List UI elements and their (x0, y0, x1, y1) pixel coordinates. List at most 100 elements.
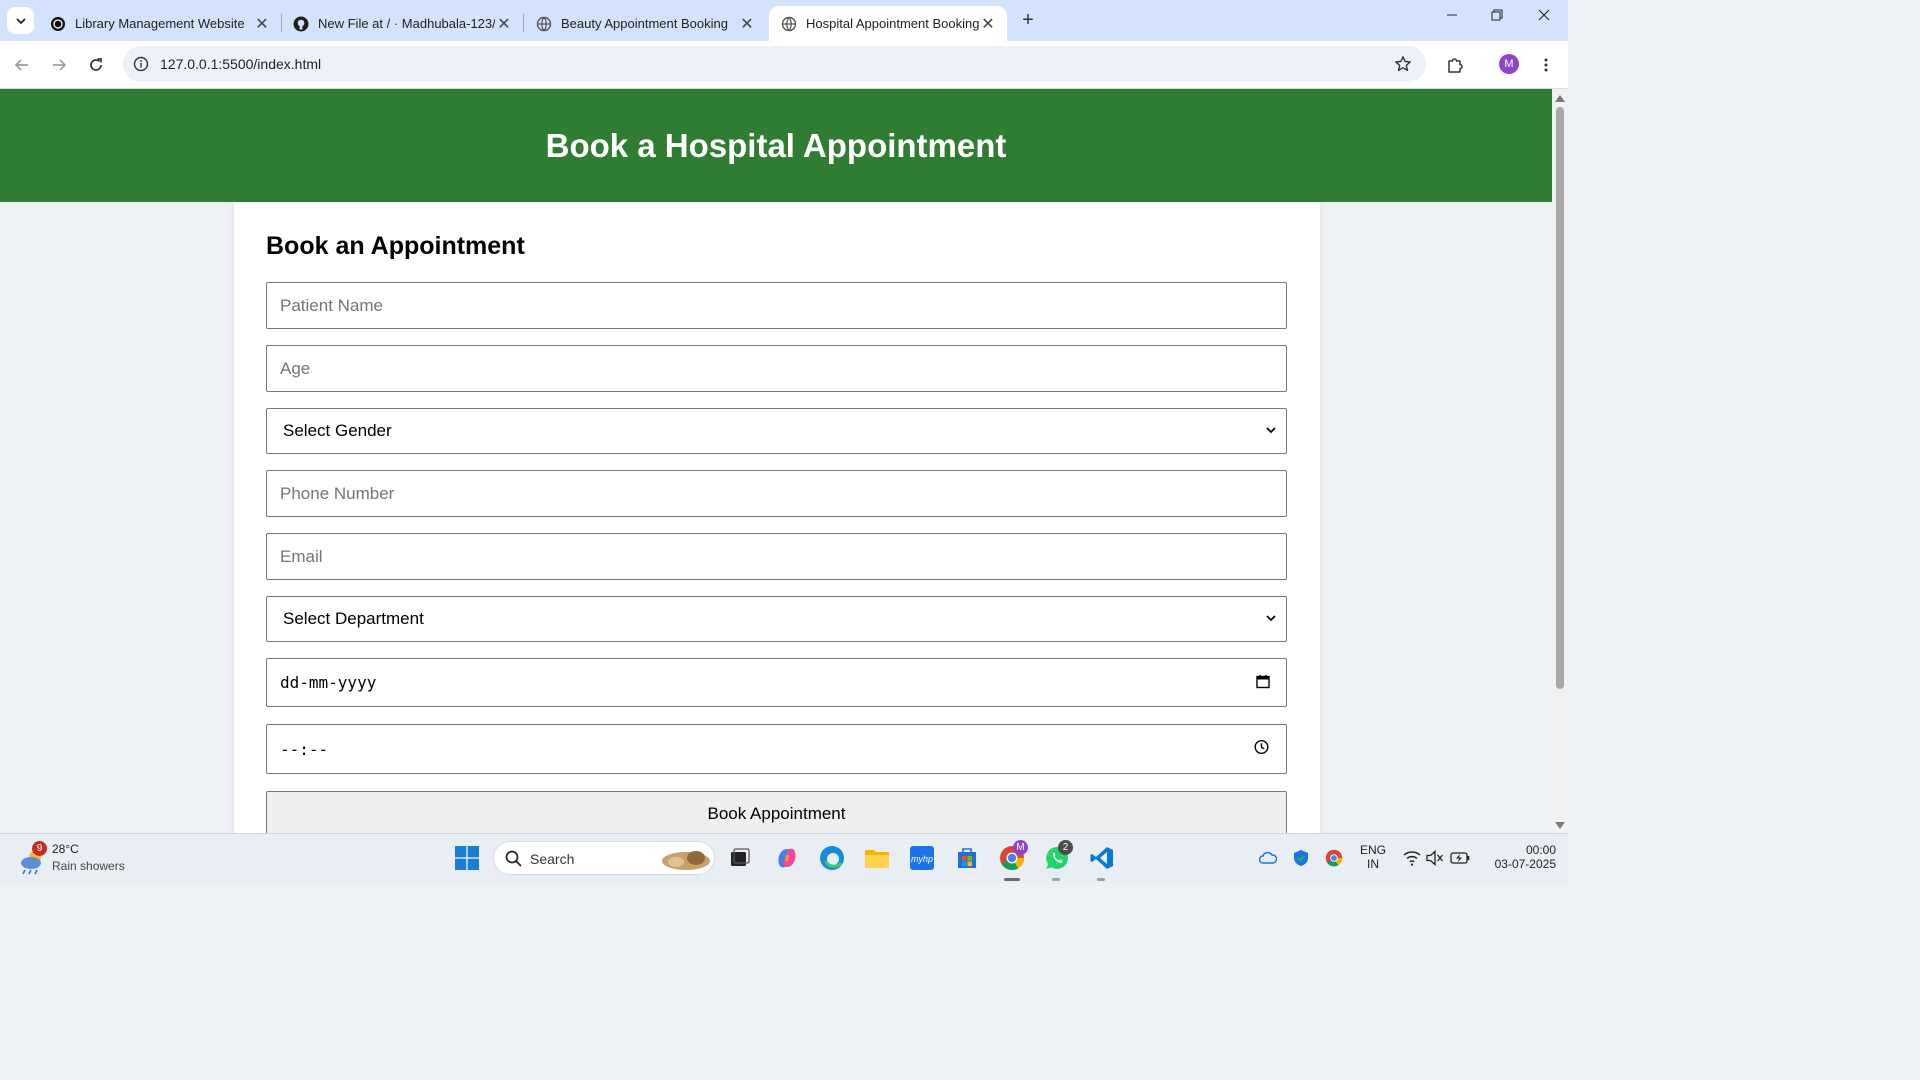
date-value: dd-mm-yyyy (280, 673, 377, 692)
tab-search-button[interactable] (7, 7, 34, 34)
chrome-tray-button[interactable] (1320, 844, 1348, 872)
forward-button[interactable] (47, 53, 71, 77)
restore-button[interactable] (1482, 8, 1512, 32)
form-title: Book an Appointment (266, 232, 525, 260)
copilot-button[interactable] (773, 844, 801, 872)
department-selected-value: Select Department (283, 609, 424, 628)
email-placeholder: Email (280, 546, 323, 566)
back-button[interactable] (10, 53, 34, 77)
chrome-profile-badge: M (1013, 840, 1028, 855)
folder-icon (865, 850, 889, 868)
chevron-down-icon (15, 17, 26, 24)
globe-icon (781, 16, 797, 32)
weather-badge: 9 (32, 841, 47, 856)
onedrive-button[interactable] (1254, 844, 1282, 872)
new-tab-button[interactable]: + (1017, 9, 1039, 31)
profile-avatar[interactable]: M (1499, 54, 1519, 74)
taskbar: 9 28°C Rain showers Search myhp M 2 ENG … (0, 833, 1568, 883)
scroll-up-arrow-icon[interactable] (1555, 94, 1565, 102)
puzzle-icon (1448, 58, 1463, 73)
clock-date: 03-07-2025 (1494, 857, 1556, 871)
edge-button[interactable] (818, 844, 846, 872)
wifi-icon (1403, 851, 1421, 866)
calendar-icon[interactable] (1256, 673, 1270, 692)
start-button[interactable] (453, 844, 481, 872)
time-value: --:-- (280, 739, 329, 759)
tab-title: New File at / · Madhubala-123/ (318, 16, 495, 31)
patient-name-placeholder: Patient Name (280, 295, 383, 315)
windows-security-button[interactable] (1287, 844, 1315, 872)
hp-app-icon: myhp (910, 846, 934, 870)
tab-hospital-appointment[interactable]: Hospital Appointment Booking ✕ (769, 6, 1007, 41)
patient-name-input[interactable]: Patient Name (266, 282, 1287, 329)
vscode-button[interactable] (1088, 844, 1116, 872)
age-input[interactable]: Age (266, 345, 1287, 392)
reload-icon (90, 58, 102, 71)
time-input[interactable]: --:-- (266, 724, 1287, 774)
close-tab-icon[interactable]: ✕ (495, 14, 513, 34)
region-code: IN (1367, 857, 1379, 871)
browser-toolbar: 127.0.0.1:5500/index.html M (0, 41, 1568, 89)
close-tab-icon[interactable]: ✕ (253, 14, 271, 34)
github-icon (293, 16, 309, 32)
tab-github-new-file[interactable]: New File at / · Madhubala-123/ ✕ (281, 6, 523, 41)
active-app-indicator (1004, 878, 1020, 881)
page-scrollbar[interactable] (1552, 89, 1568, 833)
email-input[interactable]: Email (266, 533, 1287, 580)
chevron-down-icon (1265, 421, 1277, 441)
close-tab-icon[interactable]: ✕ (979, 14, 997, 34)
address-bar[interactable]: 127.0.0.1:5500/index.html (123, 46, 1426, 82)
scroll-down-arrow-icon[interactable] (1555, 822, 1565, 830)
minimize-icon (1447, 14, 1457, 16)
tab-library-management[interactable]: Library Management Website ✕ (38, 6, 281, 41)
reload-button[interactable] (84, 53, 108, 77)
minimize-button[interactable] (1437, 8, 1467, 32)
tab-beauty-appointment[interactable]: Beauty Appointment Booking ✕ (524, 6, 766, 41)
department-select[interactable]: Select Department (266, 596, 1287, 642)
input-language[interactable]: ENG IN (1356, 843, 1390, 871)
date-input[interactable]: dd-mm-yyyy (266, 658, 1287, 707)
svg-text:myhp: myhp (911, 854, 933, 864)
language-code: ENG (1359, 843, 1386, 857)
vscode-icon (1090, 847, 1113, 869)
gender-selected-value: Select Gender (283, 421, 392, 440)
site-info-icon[interactable] (132, 55, 150, 73)
volume-button[interactable] (1421, 844, 1449, 872)
extensions-button[interactable] (1443, 53, 1467, 77)
browser-menu-button[interactable] (1534, 53, 1558, 77)
close-icon (1538, 9, 1550, 21)
battery-button[interactable] (1446, 844, 1474, 872)
hp-app-button[interactable]: myhp (908, 844, 936, 872)
page-title: Book a Hospital Appointment (545, 126, 1007, 164)
tab-title: Library Management Website (75, 16, 245, 31)
whatsapp-badge: 2 (1058, 840, 1073, 855)
tab-title: Beauty Appointment Booking (561, 16, 728, 31)
search-highlight-illustration-icon (662, 851, 710, 870)
close-tab-icon[interactable]: ✕ (738, 14, 756, 34)
clock[interactable]: 00:00 03-07-2025 (1478, 843, 1556, 871)
clock-icon[interactable] (1254, 739, 1269, 759)
microsoft-store-button[interactable] (953, 844, 981, 872)
weather-temperature: 28°C (52, 842, 79, 856)
globe-icon (536, 16, 552, 32)
age-placeholder: Age (280, 358, 311, 378)
running-app-indicator (1052, 878, 1060, 881)
taskbar-search-box[interactable]: Search (493, 841, 715, 875)
task-view-button[interactable] (726, 844, 754, 872)
scrollbar-thumb[interactable] (1556, 107, 1564, 689)
gender-select[interactable]: Select Gender (266, 408, 1287, 454)
file-explorer-button[interactable] (863, 844, 891, 872)
page-header: Book a Hospital Appointment (0, 89, 1552, 202)
edge-icon (820, 846, 844, 870)
onedrive-cloud-icon (1259, 851, 1277, 864)
phone-number-input[interactable]: Phone Number (266, 470, 1287, 517)
weather-widget[interactable]: 9 28°C Rain showers (18, 841, 158, 877)
speaker-muted-icon (1426, 850, 1443, 866)
search-icon (505, 850, 522, 867)
appointment-form-card: Book an Appointment Patient Name Age Sel… (234, 202, 1320, 833)
chrome-taskbar-button[interactable]: M (998, 840, 1028, 872)
bookmark-star-icon[interactable] (1394, 55, 1412, 78)
book-appointment-button[interactable]: Book Appointment (266, 791, 1287, 833)
close-window-button[interactable] (1529, 8, 1559, 32)
whatsapp-button[interactable]: 2 (1043, 840, 1073, 872)
